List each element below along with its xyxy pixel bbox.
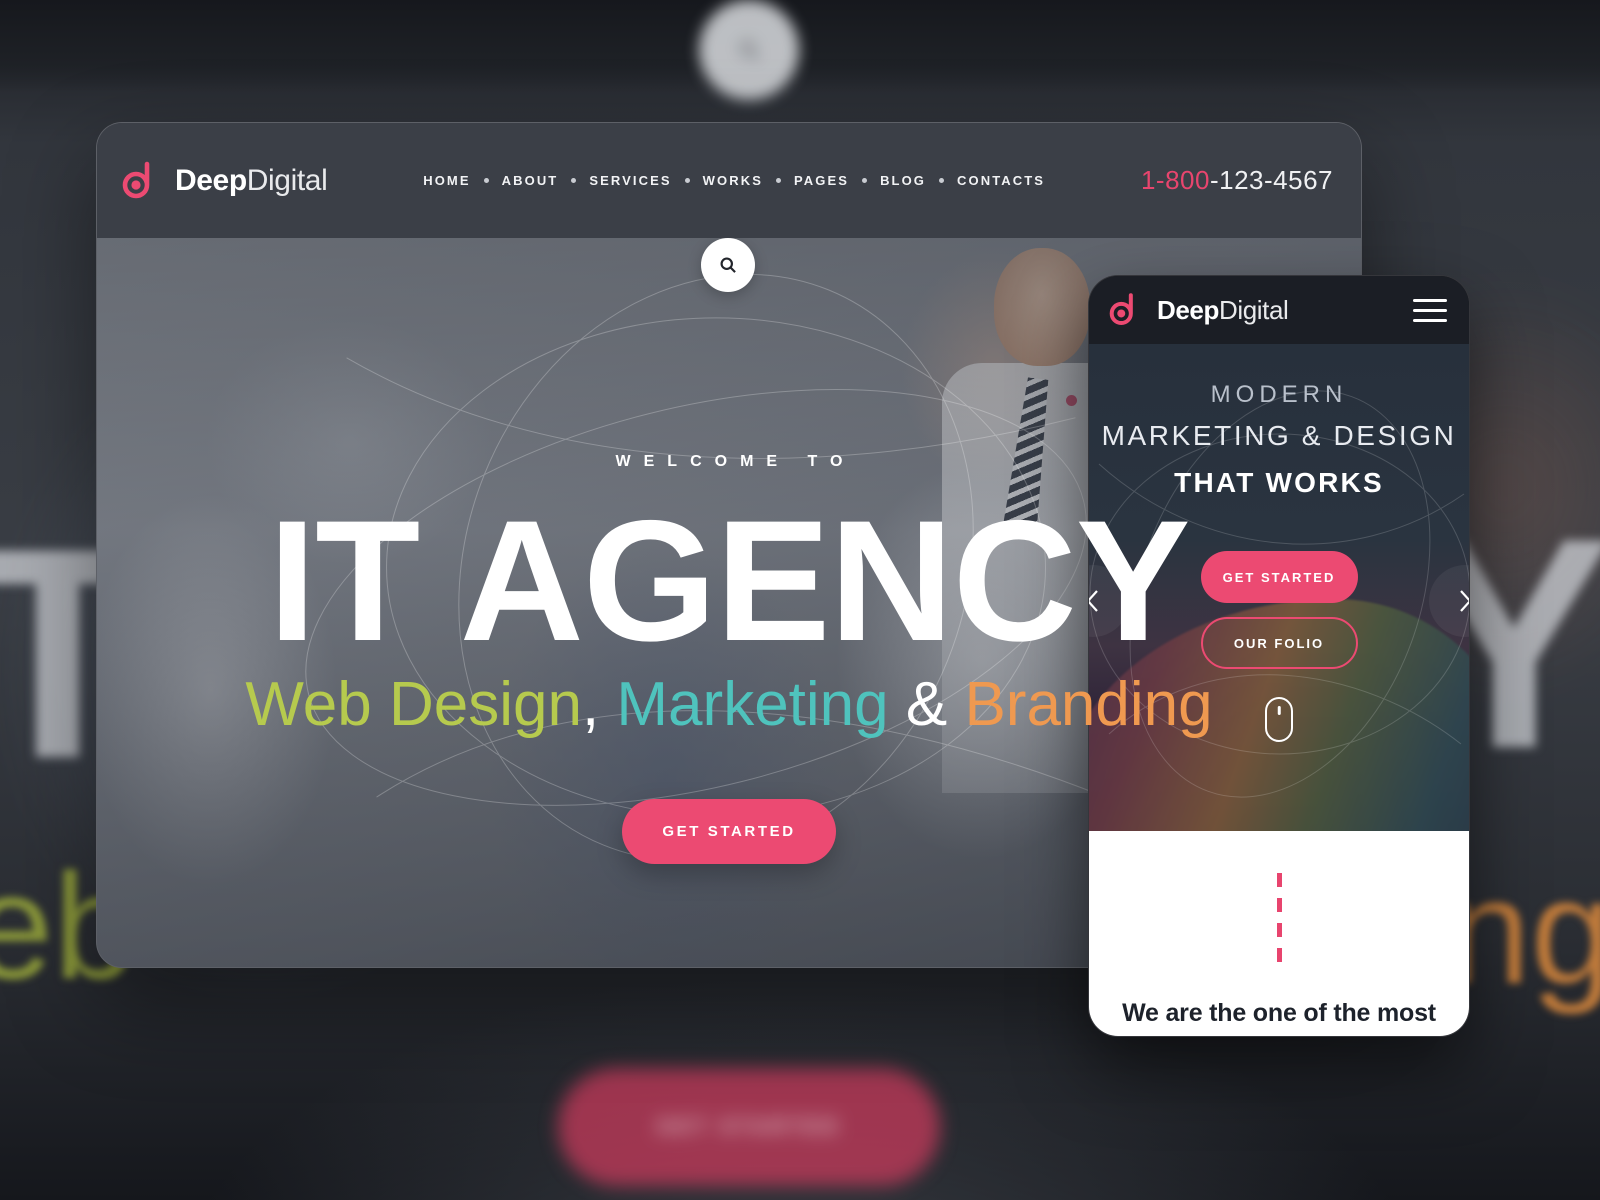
deepdigital-logo-icon [115, 158, 161, 204]
hero-subtitle-ampersand: & [888, 670, 965, 740]
background-top-bar [0, 0, 1600, 92]
hero-subtitle-web-design: Web Design [245, 670, 582, 740]
nav-item-blog[interactable]: BLOG [867, 173, 939, 188]
hero-subtitle: Web Design, Marketing & Branding [245, 674, 1212, 736]
nav-item-services[interactable]: SERVICES [576, 173, 684, 188]
nav-item-pages[interactable]: PAGES [781, 173, 862, 188]
hamburger-menu-icon[interactable] [1413, 298, 1447, 322]
brand-name-bold: Deep [175, 163, 247, 197]
desktop-mockup: DeepDigital HOME ABOUT SERVICES WORKS PA… [96, 122, 1362, 968]
background-get-started-button: GET STARTED [558, 1068, 940, 1186]
hero-subtitle-branding: Branding [964, 670, 1213, 740]
hero-subtitle-comma: , [581, 670, 600, 740]
background-search-icon [699, 0, 799, 100]
hero-get-started-button[interactable]: GET STARTED [622, 799, 836, 865]
mobile-section-heading: We are the one of the most [1122, 999, 1436, 1027]
brand-name-light: Digital [246, 163, 328, 197]
desktop-hero-section: WELCOME TO IT AGENCY Web Design, Marketi… [97, 238, 1361, 967]
nav-item-contacts[interactable]: CONTACTS [944, 173, 1058, 188]
desktop-phone-number[interactable]: 1-800-123-4567 [1141, 165, 1361, 196]
nav-item-works[interactable]: WORKS [690, 173, 776, 188]
desktop-header: DeepDigital HOME ABOUT SERVICES WORKS PA… [97, 123, 1361, 238]
phone-prefix: 1-800 [1140, 165, 1210, 195]
hero-search-button[interactable] [701, 238, 755, 292]
hamburger-line [1413, 298, 1447, 302]
desktop-logo-text: DeepDigital [175, 163, 328, 198]
hero-welcome-label: WELCOME TO [615, 453, 856, 470]
background-subtitle-right: ng [1447, 847, 1600, 1015]
nav-item-home[interactable]: HOME [410, 173, 483, 188]
hero-content: WELCOME TO IT AGENCY Web Design, Marketi… [97, 238, 1361, 967]
hamburger-line [1413, 318, 1447, 322]
nav-item-about[interactable]: ABOUT [489, 173, 572, 188]
phone-rest: -123-4567 [1209, 165, 1333, 195]
hero-subtitle-marketing: Marketing [599, 670, 889, 740]
desktop-logo[interactable]: DeepDigital [115, 158, 328, 204]
desktop-navigation: HOME ABOUT SERVICES WORKS PAGES BLOG CON… [327, 173, 1141, 188]
hamburger-line [1413, 308, 1447, 312]
hero-title: IT AGENCY [268, 485, 1190, 677]
